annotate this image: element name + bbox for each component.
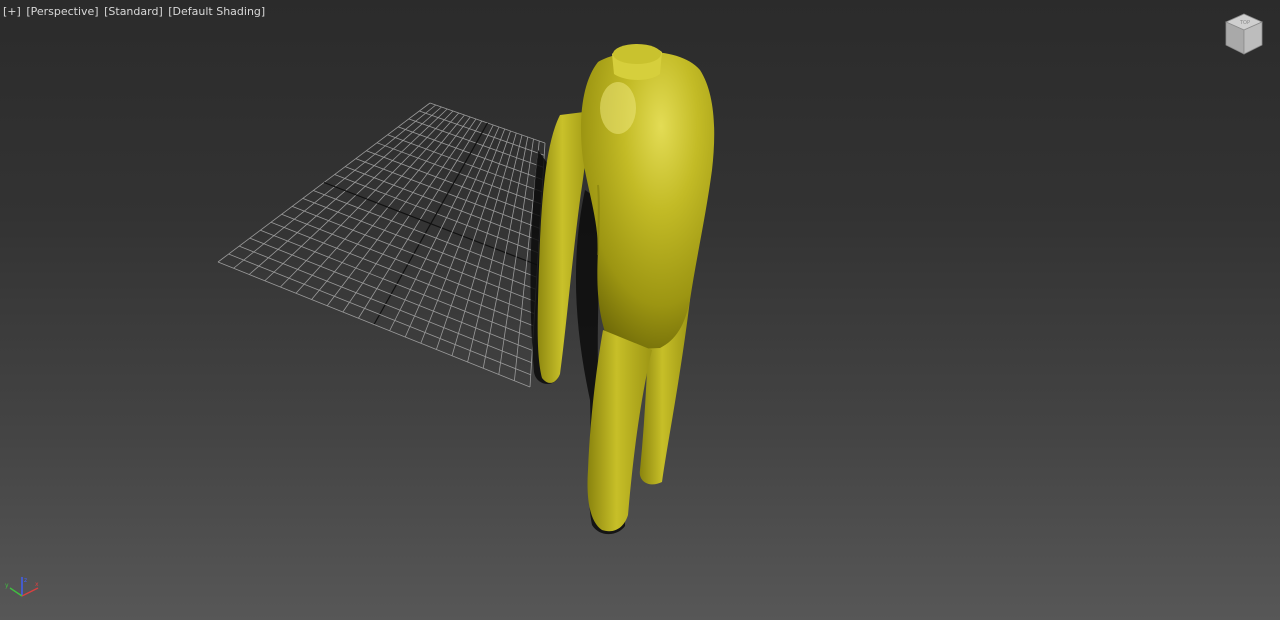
svg-text:TOP: TOP: [1239, 20, 1250, 26]
shading-menu[interactable]: [Default Shading]: [168, 5, 265, 18]
grid-line: [249, 237, 533, 351]
viewcube-icon[interactable]: TOP: [1222, 12, 1266, 58]
view-point-menu[interactable]: [Perspective]: [26, 5, 98, 18]
z-axis-label: z: [24, 577, 27, 584]
axis-tripod-icon: z x y: [5, 577, 39, 597]
grid-line: [217, 261, 531, 388]
y-axis-label: y: [5, 582, 9, 589]
humanoid-mesh[interactable]: [537, 44, 715, 532]
standard-menu[interactable]: [Standard]: [104, 5, 163, 18]
home-grid: [217, 102, 546, 388]
grid-line: [239, 245, 532, 363]
plus-menu[interactable]: [+]: [3, 5, 21, 18]
viewport-label-menu: [+] [Perspective] [Standard] [Default Sh…: [3, 5, 267, 18]
perspective-viewport[interactable]: [+] [Perspective] [Standard] [Default Sh…: [0, 0, 1280, 620]
viewport-scene: [217, 44, 715, 535]
grid-line: [228, 253, 531, 376]
x-axis-label: x: [35, 581, 39, 588]
